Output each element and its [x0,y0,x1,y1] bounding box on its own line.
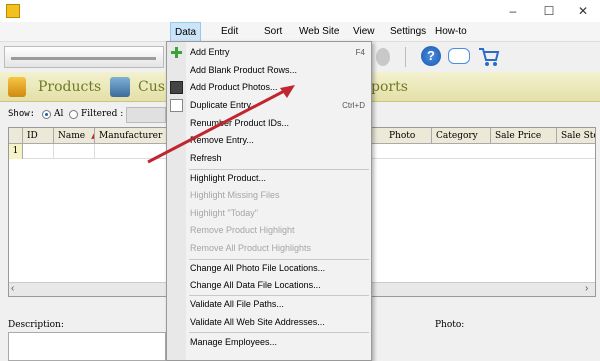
menu-item-change-photo-locations[interactable]: Change All Photo File Locations... [167,260,371,277]
menu-item-label: Remove All Product Highlights [190,243,312,253]
row-header-corner [9,128,23,144]
menu-item-add-entry[interactable]: Add Entry F4 [167,44,371,61]
shopping-cart-icon[interactable] [478,47,500,67]
menu-item-shortcut: F4 [355,48,365,57]
menu-item-label: Add Entry [190,47,230,57]
menu-item-label: Highlight "Today" [190,208,258,218]
menu-item-highlight-today: Highlight "Today" [167,205,371,222]
radio-filtered-label: Filtered : [81,109,124,119]
app-icon [6,4,20,18]
menu-item-label: Highlight Missing Files [190,190,280,200]
menu-item-change-data-locations[interactable]: Change All Data File Locations... [167,277,371,294]
tab-reports[interactable]: ports [371,79,408,95]
speech-bubble-icon[interactable] [448,48,470,64]
column-header-name-label: Name [58,131,86,141]
radio-all-label: Al [54,109,64,119]
column-header-id[interactable]: ID [23,128,54,144]
menu-bar: Data Edit Sort Web Site View Settings Ho… [0,22,600,42]
customers-icon [110,77,130,97]
menu-item-label: Remove Product Highlight [190,225,295,235]
menu-item-label: Change All Photo File Locations... [190,263,326,273]
column-header-name[interactable]: Name▲ [54,128,95,144]
products-icon [8,77,26,97]
maximize-button[interactable]: ☐ [532,0,566,22]
menu-web-site[interactable]: Web Site [295,22,343,42]
photo-label: Photo: [435,320,465,330]
cell-name[interactable] [54,144,95,159]
menu-item-label: Highlight Product... [190,173,267,183]
scroll-right-icon[interactable]: › [585,283,588,294]
menu-view[interactable]: View [349,22,379,42]
menu-item-shortcut: Ctrl+D [342,101,365,110]
menu-item-highlight-missing-files: Highlight Missing Files [167,187,371,204]
column-header-photo[interactable]: Photo [385,128,432,144]
menu-item-label: Validate All Web Site Addresses... [190,317,325,327]
column-header-sale-price[interactable]: Sale Price [491,128,557,144]
menu-item-label: Manage Employees... [190,337,278,347]
menu-item-manage-employees[interactable]: Manage Employees... [167,334,371,351]
scroll-left-icon[interactable]: ‹ [11,283,14,294]
cell-id[interactable] [23,144,54,159]
title-bar: – ☐ ✕ [0,0,600,22]
radio-all[interactable] [42,110,51,119]
menu-item-validate-web-addresses[interactable]: Validate All Web Site Addresses... [167,314,371,331]
column-header-sale-stock[interactable]: Sale Sto [557,128,595,144]
menu-item-validate-file-paths[interactable]: Validate All File Paths... [167,296,371,313]
menu-sort[interactable]: Sort [260,22,286,42]
menu-item-remove-product-highlight: Remove Product Highlight [167,222,371,239]
menu-separator [189,332,369,333]
toolbar-divider [405,47,406,67]
annotation-arrow [147,85,295,164]
menu-item-add-blank-rows[interactable]: Add Blank Product Rows... [167,62,371,79]
menu-item-remove-all-highlights: Remove All Product Highlights [167,240,371,257]
menu-item-label: Add Blank Product Rows... [190,65,298,75]
menu-item-label: Validate All File Paths... [190,299,284,309]
description-field[interactable] [8,332,166,361]
help-icon[interactable]: ? [421,46,441,66]
radio-filtered[interactable] [69,110,78,119]
slider-track [11,57,156,60]
menu-settings[interactable]: Settings [386,22,430,42]
mouse-icon[interactable] [376,48,390,66]
tab-products[interactable]: Products [38,79,101,95]
show-label: Show: [8,109,36,119]
menu-edit[interactable]: Edit [217,22,242,42]
column-header-category[interactable]: Category [432,128,491,144]
menu-how-to[interactable]: How-to [431,22,471,42]
menu-item-label: Change All Data File Locations... [190,280,321,290]
close-button[interactable]: ✕ [566,0,600,22]
menu-item-highlight-product[interactable]: Highlight Product... [167,170,371,187]
zoom-slider[interactable] [4,46,164,68]
row-number: 1 [9,144,23,159]
minimize-button[interactable]: – [496,0,530,22]
description-label: Description: [8,320,64,330]
menu-data[interactable]: Data [170,22,202,42]
